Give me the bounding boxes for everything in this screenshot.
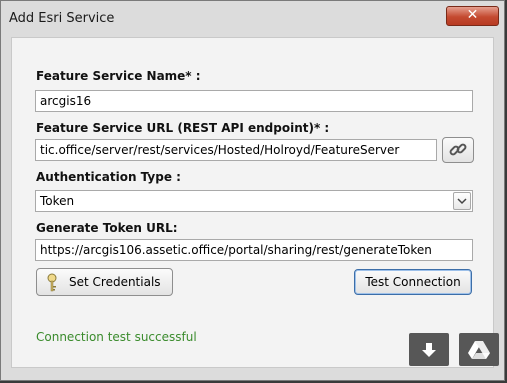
- test-connection-button[interactable]: Test Connection: [354, 269, 472, 295]
- chevron-down-icon: [457, 198, 467, 205]
- drive-icon: [468, 340, 490, 359]
- download-button[interactable]: [409, 333, 449, 366]
- drive-button[interactable]: [459, 333, 499, 366]
- feature-service-url-input[interactable]: tic.office/server/rest/services/Hosted/H…: [35, 139, 437, 161]
- auth-type-label: Authentication Type :: [36, 170, 181, 184]
- feature-service-name-label: Feature Service Name* :: [36, 69, 201, 83]
- link-button[interactable]: [442, 137, 474, 163]
- auth-type-dropdown-button[interactable]: [453, 192, 471, 210]
- token-url-label: Generate Token URL:: [36, 221, 178, 235]
- feature-service-name-input[interactable]: arcgis16: [35, 90, 473, 112]
- close-button[interactable]: ✕: [446, 6, 499, 26]
- set-credentials-button[interactable]: Set Credentials: [36, 268, 173, 296]
- title-bar: Add Esri Service ✕: [1, 1, 504, 37]
- key-icon: [47, 273, 57, 292]
- token-url-input[interactable]: https://arcgis106.assetic.office/portal/…: [35, 239, 473, 261]
- dialog-title: Add Esri Service: [9, 11, 115, 26]
- feature-service-url-label: Feature Service URL (REST API endpoint)*…: [36, 121, 330, 135]
- connection-status-message: Connection test successful: [36, 330, 197, 344]
- set-credentials-label: Set Credentials: [69, 275, 161, 289]
- auth-type-select[interactable]: Token: [35, 190, 473, 212]
- link-icon: [449, 143, 467, 156]
- download-icon: [422, 342, 436, 357]
- close-icon: ✕: [466, 7, 479, 23]
- add-esri-service-dialog: Add Esri Service ✕ Feature Service Name*…: [0, 0, 505, 381]
- auth-type-value: Token: [40, 194, 75, 208]
